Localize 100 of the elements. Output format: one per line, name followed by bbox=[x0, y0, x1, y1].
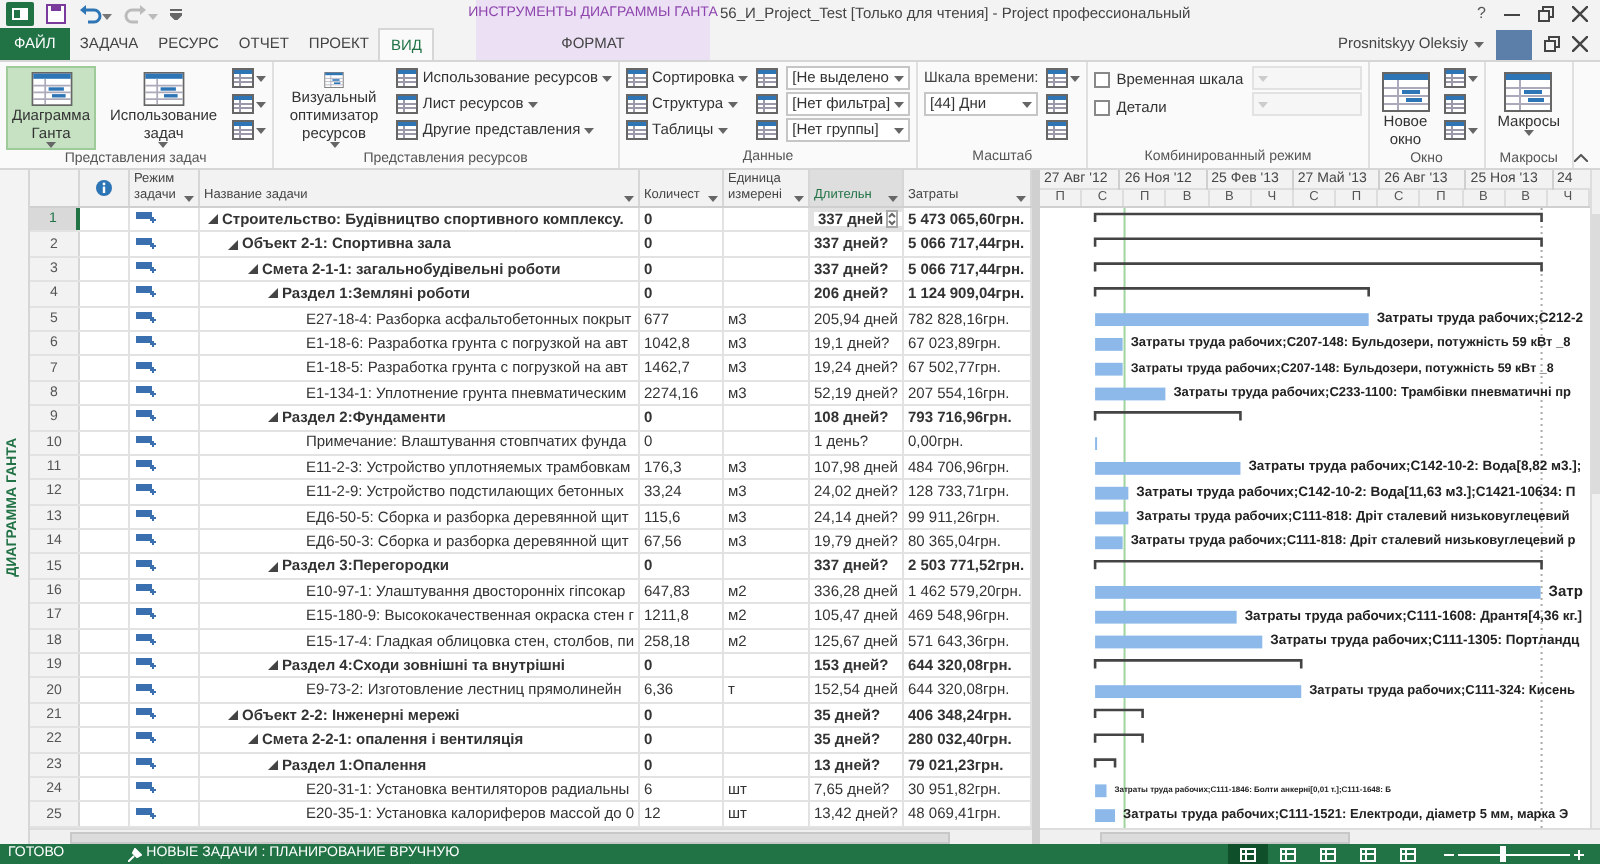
sheet-icon bbox=[231, 120, 254, 140]
restore-icon[interactable] bbox=[1544, 36, 1560, 52]
close-icon[interactable] bbox=[1572, 6, 1588, 22]
icon-button[interactable] bbox=[231, 92, 266, 116]
caret-icon bbox=[894, 75, 905, 81]
spinner-icon[interactable] bbox=[886, 210, 898, 229]
icon-button[interactable] bbox=[756, 66, 779, 90]
collapse-icon[interactable] bbox=[208, 214, 218, 225]
view-shortcut-button[interactable] bbox=[1228, 844, 1268, 864]
help-button[interactable]: ? bbox=[1477, 2, 1486, 26]
task-mode-icon bbox=[136, 807, 158, 822]
caret-icon bbox=[184, 196, 194, 202]
table-icon bbox=[27, 72, 75, 106]
restore-icon[interactable] bbox=[1538, 6, 1554, 22]
summary-bar[interactable] bbox=[1093, 287, 1370, 297]
table-icon bbox=[1381, 72, 1430, 112]
task-mode-icon bbox=[136, 460, 158, 475]
summary-bar[interactable] bbox=[1093, 758, 1117, 768]
task-mode-icon bbox=[136, 708, 158, 722]
icon-button[interactable] bbox=[1046, 66, 1081, 90]
caret-icon bbox=[727, 101, 738, 107]
caret-icon bbox=[527, 101, 538, 107]
sheet-icon bbox=[396, 94, 419, 114]
icon-button[interactable] bbox=[231, 66, 266, 90]
icon-button[interactable] bbox=[756, 92, 779, 116]
horizontal-scrollbar[interactable] bbox=[1040, 828, 1600, 844]
checkbox[interactable] bbox=[1094, 71, 1111, 87]
caret-icon bbox=[584, 127, 595, 133]
collapse-icon[interactable] bbox=[248, 734, 258, 745]
zoom-in-icon[interactable] bbox=[1574, 849, 1584, 859]
undo-icon[interactable] bbox=[78, 4, 112, 24]
vertical-scrollbar[interactable] bbox=[1590, 170, 1600, 828]
summary-bar[interactable] bbox=[1093, 237, 1543, 247]
collapse-icon[interactable] bbox=[268, 759, 278, 770]
collapse-icon[interactable] bbox=[268, 288, 278, 299]
sheet-icon bbox=[626, 68, 648, 88]
sheet-icon bbox=[1046, 94, 1069, 114]
collapse-ribbon-icon[interactable] bbox=[1574, 154, 1588, 162]
summary-bar[interactable] bbox=[1093, 733, 1144, 743]
caret-icon bbox=[1022, 101, 1033, 107]
icon-button[interactable] bbox=[1443, 66, 1478, 90]
caret-icon bbox=[738, 75, 749, 81]
slider-thumb[interactable] bbox=[1499, 846, 1506, 862]
sheet-icon bbox=[626, 120, 648, 140]
summary-bar[interactable] bbox=[1093, 212, 1543, 222]
horizontal-scrollbar[interactable] bbox=[30, 828, 1032, 844]
caret-icon bbox=[894, 101, 905, 107]
caret-icon bbox=[1467, 75, 1478, 81]
scrollbar-thumb[interactable] bbox=[70, 831, 950, 843]
zoom-out-icon[interactable] bbox=[1444, 849, 1454, 859]
icon-button[interactable] bbox=[1443, 118, 1478, 142]
close-icon[interactable] bbox=[1572, 36, 1588, 52]
summary-bar[interactable] bbox=[1093, 659, 1303, 669]
grid-icon bbox=[1360, 847, 1376, 861]
collapse-icon[interactable] bbox=[228, 239, 238, 250]
sheet-icon bbox=[1443, 94, 1466, 114]
icon-button[interactable] bbox=[756, 118, 779, 142]
summary-bar[interactable] bbox=[1093, 559, 1543, 570]
caret-icon bbox=[602, 75, 612, 81]
caret-icon bbox=[794, 196, 804, 202]
scrollbar-thumb[interactable] bbox=[1592, 214, 1600, 494]
collapse-icon[interactable] bbox=[268, 561, 278, 572]
grid-icon bbox=[1400, 847, 1416, 861]
task-mode-icon bbox=[136, 608, 158, 623]
task-mode-icon bbox=[136, 336, 158, 351]
task-mode-icon bbox=[136, 509, 158, 524]
sheet-icon bbox=[1443, 120, 1466, 140]
customize-icon[interactable] bbox=[170, 8, 182, 20]
task-mode-icon bbox=[136, 658, 158, 673]
caret-icon bbox=[158, 142, 169, 148]
zoom-slider[interactable] bbox=[1458, 846, 1570, 862]
sheet-icon bbox=[231, 68, 254, 88]
info-icon bbox=[96, 180, 112, 196]
sheet-icon bbox=[1046, 68, 1069, 88]
pin-icon bbox=[128, 847, 143, 861]
collapse-icon[interactable] bbox=[268, 660, 278, 671]
task-mode-icon bbox=[136, 782, 158, 797]
table-icon bbox=[139, 72, 188, 106]
summary-bar[interactable] bbox=[1093, 708, 1144, 718]
task-mode-icon bbox=[136, 286, 158, 301]
caret-icon bbox=[888, 196, 898, 202]
summary-bar[interactable] bbox=[1093, 411, 1242, 421]
summary-bar[interactable] bbox=[1093, 262, 1543, 272]
grid-icon bbox=[1320, 847, 1336, 861]
sheet-icon bbox=[1046, 120, 1069, 140]
collapse-icon[interactable] bbox=[248, 263, 258, 274]
collapse-icon[interactable] bbox=[268, 412, 278, 423]
task-mode-icon bbox=[136, 311, 158, 326]
collapse-icon[interactable] bbox=[228, 710, 238, 720]
caret-icon bbox=[1070, 75, 1081, 81]
checkbox[interactable] bbox=[1094, 99, 1111, 115]
save-icon[interactable] bbox=[46, 4, 66, 24]
caret-icon bbox=[1016, 196, 1026, 202]
scrollbar-thumb[interactable] bbox=[1100, 831, 1350, 843]
task-mode-icon bbox=[136, 683, 158, 698]
icon-button[interactable] bbox=[231, 118, 266, 142]
sheet-icon bbox=[756, 68, 779, 88]
caret-icon bbox=[255, 101, 266, 107]
caret-icon bbox=[46, 142, 56, 148]
caret-icon bbox=[255, 127, 266, 133]
